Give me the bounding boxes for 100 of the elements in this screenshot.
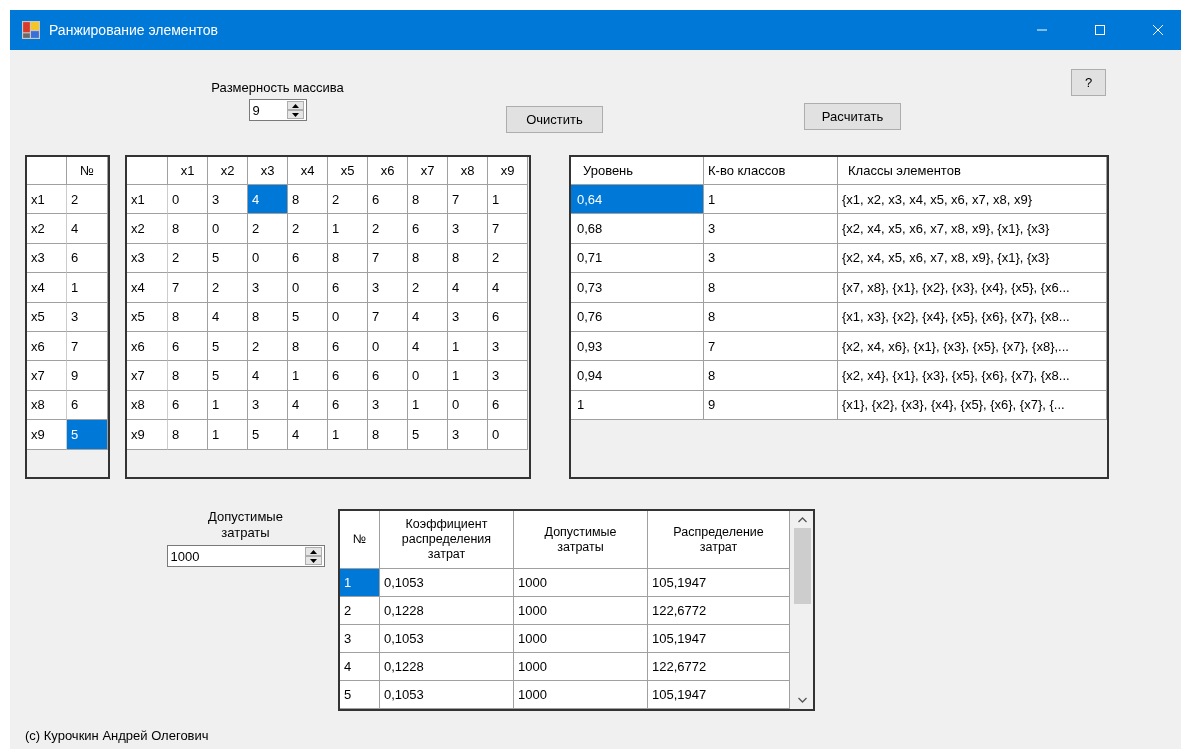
- table-cell: 5: [340, 681, 380, 709]
- table-cell: 9: [67, 361, 108, 391]
- table-cell: 0,1053: [380, 625, 514, 653]
- table-cell: {x1}, {x2}, {x3}, {x4}, {x5}, {x6}, {x7}, {...: [838, 390, 1107, 421]
- table-cell: 8: [408, 185, 448, 215]
- column-header: Уровень: [571, 157, 704, 185]
- row-header: x6: [127, 331, 168, 362]
- table-cell: 0: [488, 420, 528, 450]
- table-cell: 3: [448, 214, 488, 244]
- row-header: x9: [27, 420, 67, 450]
- table-cell: 8: [168, 361, 208, 391]
- table-cell: 2: [248, 214, 288, 244]
- table-cell: {x7, x8}, {x1}, {x2}, {x3}, {x4}, {x5}, {x6...: [838, 273, 1107, 303]
- table-cell: 2: [288, 214, 328, 244]
- column-header: Допустимые затраты: [514, 511, 648, 569]
- table-cell: 1: [67, 273, 108, 303]
- column-header: Коэффициент распределения затрат: [380, 511, 514, 569]
- column-header: x3: [248, 157, 288, 185]
- help-button[interactable]: ?: [1071, 69, 1106, 96]
- table-cell: 5: [67, 420, 108, 450]
- table-cell: 7: [168, 273, 208, 303]
- table-cell: 3: [368, 390, 408, 421]
- table-cell: 105,1947: [648, 681, 790, 709]
- field-label: Размерность массива: [211, 80, 344, 95]
- maximize-icon[interactable]: [1094, 24, 1106, 36]
- row-header: x6: [27, 331, 67, 362]
- table-cell: 8: [168, 214, 208, 244]
- row-header: x8: [127, 390, 168, 421]
- table-cell: 8: [704, 361, 838, 391]
- row-header: x3: [127, 243, 168, 274]
- table-cell: 6: [328, 361, 368, 391]
- table-cell: 8: [448, 243, 488, 274]
- table-cell: 2: [488, 243, 528, 274]
- table-cell: 6: [168, 390, 208, 421]
- table-cell: {x2, x4}, {x1}, {x3}, {x5}, {x6}, {x7}, {x8...: [838, 361, 1107, 391]
- table-cell: 1000: [514, 597, 648, 625]
- table-cell: 1: [328, 214, 368, 244]
- table-cell: 8: [408, 243, 448, 274]
- window-title: Ранжирование элементов: [49, 22, 218, 38]
- table-cell: 1: [488, 185, 528, 215]
- row-header: x4: [27, 273, 67, 303]
- table-cell: 1: [340, 569, 380, 597]
- row-header: x8: [27, 390, 67, 421]
- table-cell: 6: [67, 243, 108, 274]
- table-cell: 0,94: [571, 361, 704, 391]
- table-cell: 2: [368, 214, 408, 244]
- scroll-thumb[interactable]: [793, 528, 811, 604]
- table-cell: 4: [340, 653, 380, 681]
- table-cell: 5: [208, 243, 248, 274]
- table-cell: 2: [67, 185, 108, 215]
- table-cell: 3: [248, 273, 288, 303]
- column-header: x9: [488, 157, 528, 185]
- column-header: Классы элементов: [838, 157, 1107, 185]
- table-cell: 4: [248, 361, 288, 391]
- table-cell: 0: [208, 214, 248, 244]
- scroll-up-icon[interactable]: [797, 517, 807, 523]
- table-cell: 7: [368, 302, 408, 332]
- table-cell: 3: [368, 273, 408, 303]
- table-cell: 3: [704, 243, 838, 274]
- table-cell: 1: [704, 185, 838, 215]
- table-cell: 6: [408, 214, 448, 244]
- row-header: x2: [27, 214, 67, 244]
- table-cell: 8: [704, 273, 838, 303]
- table-cell: 7: [448, 185, 488, 215]
- table-cell: 1: [571, 390, 704, 421]
- app-icon: [22, 21, 40, 39]
- table-cell: {x2, x4, x6}, {x1}, {x3}, {x5}, {x7}, {x8},...: [838, 331, 1107, 362]
- table-cell: 0: [408, 361, 448, 391]
- close-icon[interactable]: [1152, 24, 1164, 36]
- table-cell: 2: [208, 273, 248, 303]
- table-cell: 2: [328, 185, 368, 215]
- table-cell: 3: [248, 390, 288, 421]
- table-cell: 0,76: [571, 302, 704, 332]
- clear-button[interactable]: Очистить: [506, 106, 603, 133]
- table-cell: 3: [488, 331, 528, 362]
- table-cell: 3: [448, 302, 488, 332]
- copyright-text: (c) Курочкин Андрей Олегович: [25, 728, 210, 743]
- table-cell: 0,1053: [380, 569, 514, 597]
- table-cell: 5: [288, 302, 328, 332]
- table-cell: 4: [288, 420, 328, 450]
- scroll-down-icon[interactable]: [797, 697, 807, 703]
- table-cell: 0,68: [571, 214, 704, 244]
- table-cell: 3: [67, 302, 108, 332]
- table-cell: 4: [208, 302, 248, 332]
- table-cell: 3: [208, 185, 248, 215]
- table-cell: 4: [448, 273, 488, 303]
- table-cell: 4: [67, 214, 108, 244]
- table-cell: 105,1947: [648, 569, 790, 597]
- table-cell: 3: [704, 214, 838, 244]
- calculate-button[interactable]: Расчитать: [804, 103, 901, 130]
- corner-cell: [27, 157, 67, 185]
- table-cell: 7: [67, 331, 108, 362]
- table-cell: 1: [208, 420, 248, 450]
- table-cell: 0,73: [571, 273, 704, 303]
- row-header: x5: [27, 302, 67, 332]
- table-cell: 8: [168, 420, 208, 450]
- table-cell: 8: [248, 302, 288, 332]
- field-label: Допустимые затраты: [207, 509, 284, 541]
- table-cell: 0,1053: [380, 681, 514, 709]
- row-header: x7: [127, 361, 168, 391]
